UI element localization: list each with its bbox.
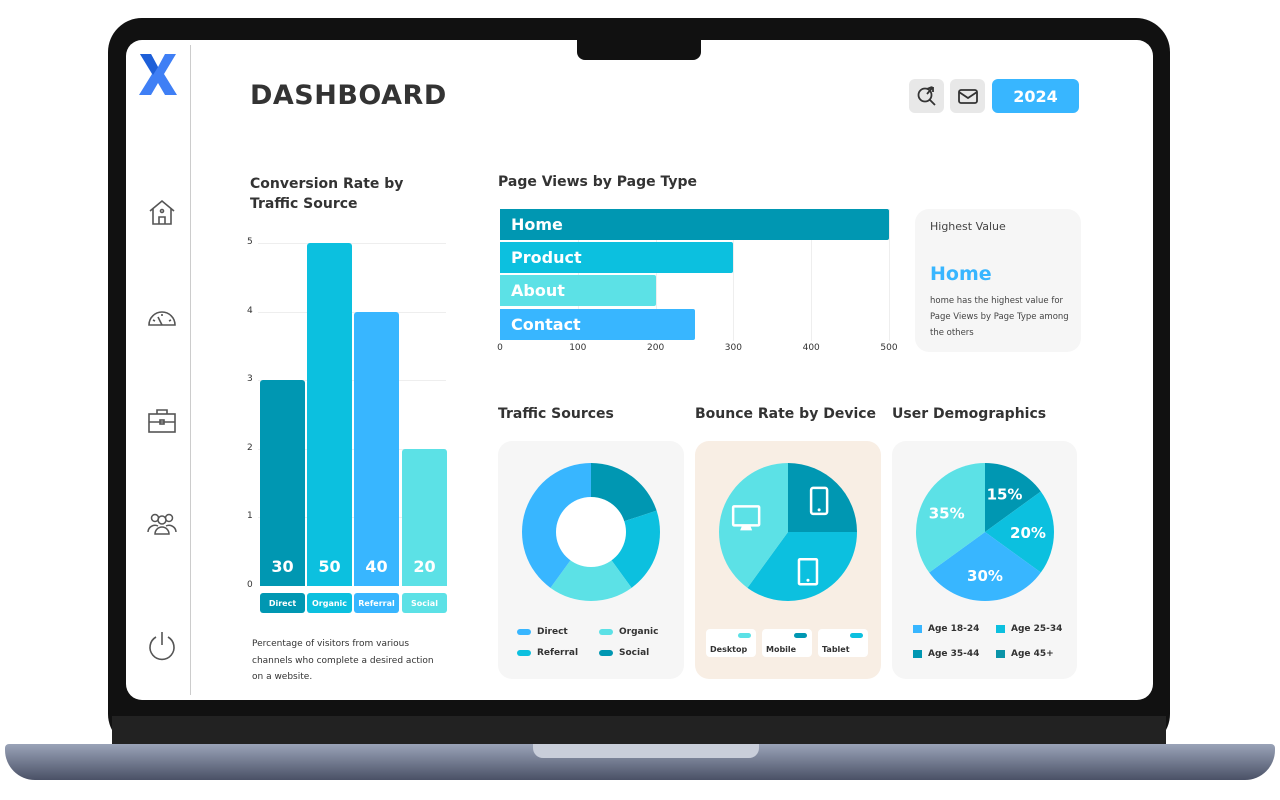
legend-label: Social (619, 648, 650, 658)
legend-swatch (996, 625, 1005, 633)
legend-swatch (599, 629, 613, 635)
slice-data-label: 15% (987, 486, 1023, 504)
legend-swatch (738, 633, 751, 638)
device-legend-item: Mobile (762, 629, 812, 657)
legend-item: Social (599, 648, 649, 658)
legend-label: Age 35-44 (928, 649, 980, 659)
device-legend-item: Tablet (818, 629, 868, 657)
legend-swatch (913, 625, 922, 633)
slice-data-label: 35% (929, 504, 965, 522)
legend-item: Age 18-24 (913, 624, 979, 634)
legend-swatch (913, 650, 922, 658)
device-legend-item: Desktop (706, 629, 756, 657)
slice-data-label: 30% (967, 567, 1003, 585)
legend-swatch (517, 650, 531, 656)
legend-label: Direct (537, 627, 568, 637)
legend-item: Referral (517, 648, 578, 658)
legend-item: Organic (599, 627, 658, 637)
legend-item: Direct (517, 627, 568, 637)
legend-item: Age 45+ (996, 649, 1054, 659)
pie-charts: 15% 20% 30% 35% (522, 463, 1054, 602)
legend-item: Age 25-34 (996, 624, 1062, 634)
slice-data-label: 20% (1010, 524, 1046, 542)
legend-label: Age 25-34 (1011, 624, 1063, 634)
legend-swatch (517, 629, 531, 635)
legend-label: Referral (537, 648, 579, 658)
legend-swatch (599, 650, 613, 656)
legend-swatch (996, 650, 1005, 658)
legend-label: Mobile (766, 645, 797, 654)
legend-label: Age 45+ (1011, 649, 1054, 659)
donut-hole (556, 497, 626, 567)
legend-label: Organic (619, 627, 659, 637)
legend-swatch (794, 633, 807, 638)
legend-label: Tablet (822, 645, 850, 654)
pie-slice (788, 463, 857, 532)
legend-label: Age 18-24 (928, 624, 980, 634)
legend-swatch (850, 633, 863, 638)
legend-label: Desktop (710, 645, 748, 654)
legend-item: Age 35-44 (913, 649, 979, 659)
